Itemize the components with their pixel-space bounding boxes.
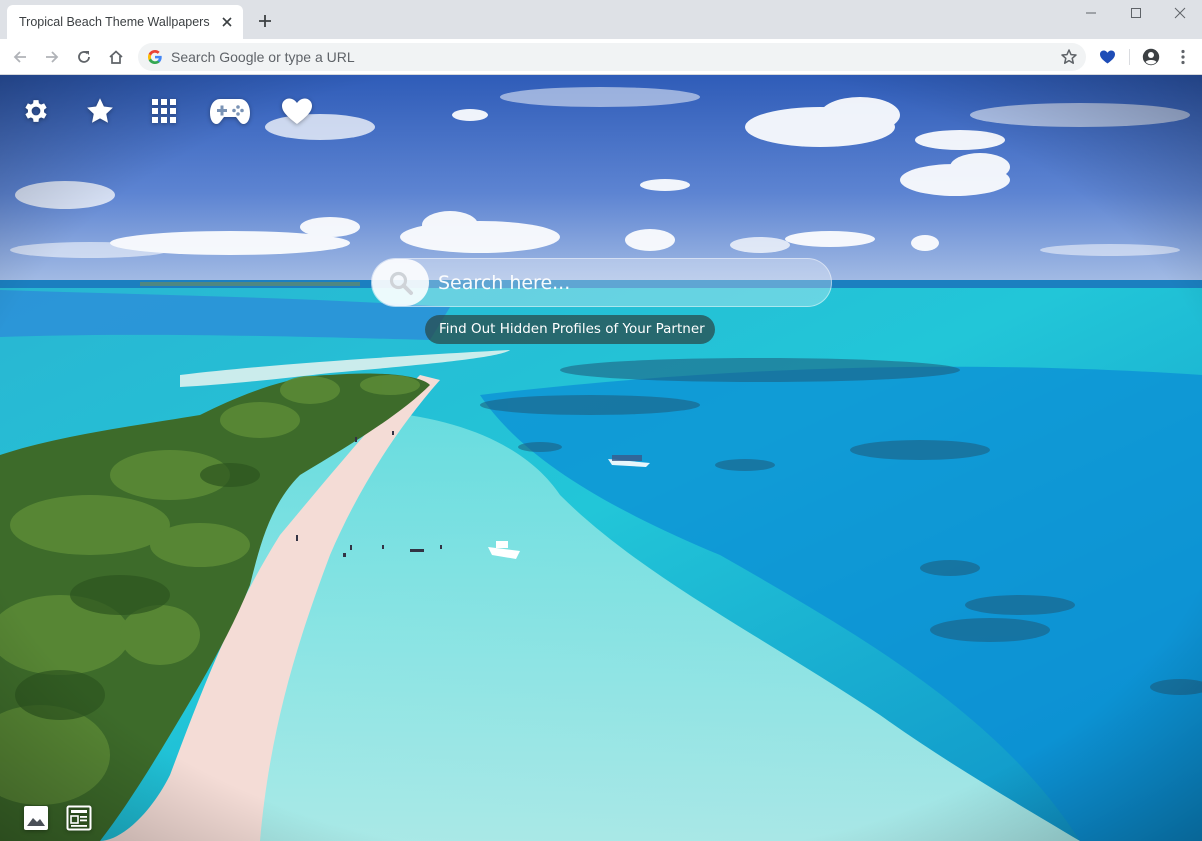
wallpaper-image — [0, 75, 1202, 841]
new-tab-button[interactable] — [255, 11, 275, 31]
maximize-icon — [1130, 8, 1141, 18]
window-close-button[interactable] — [1157, 0, 1202, 26]
maximize-button[interactable] — [1113, 0, 1158, 26]
back-button[interactable] — [7, 44, 33, 70]
search-button[interactable] — [372, 259, 429, 306]
image-icon — [24, 806, 48, 830]
close-icon — [222, 17, 232, 27]
wallpaper-switch-button[interactable] — [22, 804, 50, 832]
toolbar-divider — [1129, 49, 1130, 65]
tab-active[interactable]: Tropical Beach Theme Wallpapers — [7, 5, 243, 39]
search-bar — [371, 258, 832, 307]
kebab-menu-icon — [1181, 49, 1185, 65]
menu-button[interactable] — [1170, 44, 1196, 70]
tab-title: Tropical Beach Theme Wallpapers — [19, 15, 210, 29]
omnibox-placeholder: Search Google or type a URL — [171, 49, 355, 65]
minimize-button[interactable] — [1068, 0, 1113, 26]
browser-toolbar: Search Google or type a URL — [0, 39, 1202, 75]
reload-icon — [78, 51, 90, 63]
home-button[interactable] — [103, 44, 129, 70]
news-icon — [66, 805, 92, 831]
settings-button[interactable] — [20, 95, 52, 127]
bookmark-star-icon[interactable] — [1060, 48, 1078, 66]
google-g-icon — [148, 50, 162, 64]
new-tab-page: Find Out Hidden Profiles of Your Partner — [0, 75, 1202, 841]
promo-link[interactable]: Find Out Hidden Profiles of Your Partner — [425, 315, 715, 344]
bookmarks-button[interactable] — [84, 95, 116, 127]
apps-button[interactable] — [150, 95, 178, 127]
omnibox[interactable]: Search Google or type a URL — [138, 43, 1086, 71]
profile-button[interactable] — [1138, 44, 1164, 70]
arrow-right-icon — [46, 51, 59, 63]
close-icon — [1174, 7, 1185, 19]
plus-icon — [259, 15, 271, 27]
news-button[interactable] — [65, 804, 93, 832]
reload-button[interactable] — [71, 44, 97, 70]
gamepad-icon — [210, 99, 250, 124]
heart-icon — [1099, 50, 1115, 64]
games-button[interactable] — [208, 95, 252, 127]
tab-strip: Tropical Beach Theme Wallpapers — [0, 0, 1202, 39]
search-icon — [389, 271, 413, 295]
heart-icon — [282, 98, 312, 124]
home-icon — [109, 50, 123, 64]
search-input[interactable] — [438, 268, 818, 298]
gear-icon — [25, 100, 47, 122]
favorites-button[interactable] — [280, 95, 314, 127]
arrow-left-icon — [13, 51, 26, 63]
account-circle-icon — [1142, 48, 1160, 66]
forward-button[interactable] — [39, 44, 65, 70]
extension-button[interactable] — [1094, 44, 1120, 70]
tab-close-button[interactable] — [219, 14, 235, 30]
apps-grid-icon — [152, 99, 176, 123]
star-icon — [87, 98, 113, 123]
minimize-icon — [1085, 12, 1096, 14]
